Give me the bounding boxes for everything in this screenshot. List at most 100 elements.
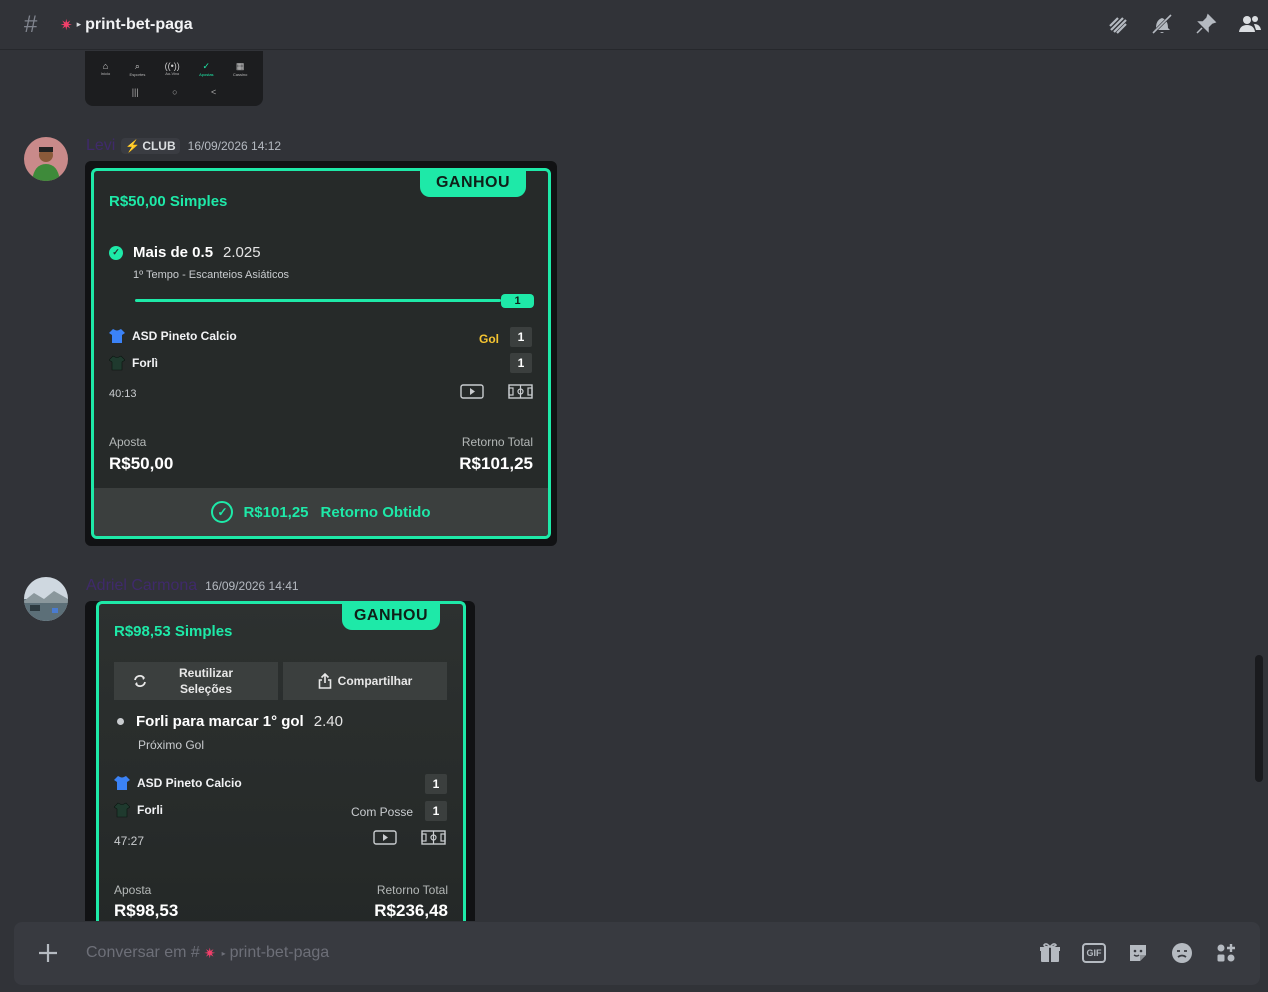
stake-label: Aposta: [114, 883, 152, 897]
home-nav: ⌂ Início: [101, 61, 111, 77]
username[interactable]: Adriel Carmona: [86, 577, 197, 595]
bets-nav: ✓ Apostas: [199, 61, 213, 77]
home-team: ASD Pineto Calcio: [109, 328, 237, 344]
return-label: Retorno Total: [461, 435, 533, 449]
pitch-icon: [421, 830, 446, 845]
goal-label: Gol: [479, 332, 499, 346]
away-score: 1: [425, 801, 447, 821]
check-circle-icon: ✓: [109, 245, 123, 260]
badge-label: CLUB: [142, 139, 176, 153]
nav-label: Cassino: [232, 72, 248, 77]
market-name: Próximo Gol: [138, 738, 205, 752]
timestamp[interactable]: 16/09/2026 14:12: [188, 139, 281, 153]
home-score: 1: [425, 774, 447, 794]
bet-image-embed[interactable]: GANHOU R$98,53 Simples Reutilizar Seleçõ…: [85, 601, 475, 921]
footer-text: Retorno Obtido: [320, 503, 431, 521]
live-icon: ((•)): [164, 61, 180, 71]
away-score: 1: [510, 353, 532, 373]
live-nav: ((•)) Ao-Vivo: [165, 61, 180, 77]
home-shirt-icon: [114, 776, 130, 790]
avatar-image: [24, 137, 68, 181]
stake-type: R$50,00 Simples: [109, 193, 228, 210]
channel-emoji-icon: ✷: [60, 16, 73, 34]
avatar[interactable]: [24, 577, 68, 621]
home-team-name: ASD Pineto Calcio: [137, 776, 242, 790]
mute-icon[interactable]: [1150, 12, 1174, 36]
apps-icon[interactable]: [1214, 941, 1238, 965]
progress-badge: 1: [501, 294, 534, 308]
home-shirt-icon: [109, 329, 125, 343]
message-header: Adriel Carmona 16/09/2026 14:41: [86, 577, 299, 595]
market-name: 1º Tempo - Escanteios Asiáticos: [133, 269, 290, 281]
away-team-name: Forli: [137, 803, 163, 817]
nav-label: Apostas: [199, 72, 214, 77]
away-team: Forlì: [109, 355, 158, 371]
progress-bar: [135, 299, 501, 302]
bet-slip: GANHOU R$50,00 Simples ✓ Mais de 0.5 2.0…: [91, 168, 551, 539]
possession-label: Com Posse: [351, 805, 414, 819]
gif-icon[interactable]: GIF: [1082, 943, 1106, 963]
recent-apps-icon: |||: [131, 87, 139, 97]
selection-row: Forli para marcar 1° gol 2.40: [117, 713, 343, 730]
match-clock: 40:13: [109, 388, 137, 400]
away-shirt-icon: [109, 355, 125, 371]
header-toolbar: [1106, 12, 1262, 36]
channel-marker-icon: ▸: [221, 948, 226, 958]
stake-type: R$98,53 Simples: [114, 623, 233, 640]
won-tag: GANHOU: [342, 604, 440, 630]
home-icon: ⌂: [102, 61, 109, 71]
sports-nav: ⌕ Esportes: [130, 61, 146, 77]
share-button: Compartilhar: [283, 662, 447, 700]
username[interactable]: Levi: [86, 137, 115, 155]
channel-marker-icon: ▸: [76, 19, 82, 29]
return-value: R$236,48: [374, 901, 448, 920]
nav-label: Esportes: [129, 72, 146, 77]
message-input[interactable]: Conversar em # ✷ ▸ print-bet-paga: [86, 944, 329, 962]
stake-value: R$50,00: [109, 454, 174, 473]
stake-value: R$98,53: [114, 901, 179, 920]
pin-icon[interactable]: [1194, 12, 1218, 36]
selection-odds: 2.025: [223, 244, 261, 261]
selection-name: Forli para marcar 1° gol: [136, 713, 304, 730]
result-footer: ✓ R$101,25 Retorno Obtido: [94, 488, 548, 536]
avatar-image: [24, 577, 68, 621]
home-team: ASD Pineto Calcio: [114, 775, 242, 791]
channel-hash-icon: #: [24, 10, 38, 38]
members-icon[interactable]: [1238, 12, 1262, 36]
check-circle-icon: ✓: [211, 501, 234, 523]
refresh-icon: [134, 675, 146, 687]
away-shirt-icon: [114, 802, 130, 818]
threads-icon[interactable]: [1106, 12, 1130, 36]
emoji-icon[interactable]: [1170, 941, 1194, 965]
message-list[interactable]: ⌂ Início ⌕ Esportes ((•)) Ao-Vivo ✓ Apostas …: [0, 51, 1254, 921]
add-attachment-icon[interactable]: [36, 941, 60, 965]
check-icon: ✓: [202, 61, 211, 71]
casino-icon: ▦: [235, 61, 245, 71]
previous-image-embed[interactable]: ⌂ Início ⌕ Esportes ((•)) Ao-Vivo ✓ Apostas …: [85, 51, 263, 106]
home-team-name: ASD Pineto Calcio: [132, 329, 237, 343]
avatar[interactable]: [24, 137, 68, 181]
selection-name: Mais de 0.5: [133, 244, 214, 261]
home-circle-icon: ○: [172, 87, 178, 97]
club-badge[interactable]: ⚡ CLUB: [121, 138, 180, 154]
play-video-icon: [460, 384, 484, 399]
footer-amount: R$101,25: [243, 503, 309, 521]
back-arrow-icon: <: [211, 87, 217, 97]
nav-label: Início: [100, 71, 111, 76]
timestamp[interactable]: 16/09/2026 14:41: [205, 579, 298, 593]
bullet-icon: [117, 718, 124, 725]
sticker-icon[interactable]: [1126, 941, 1150, 965]
away-team-name: Forlì: [132, 356, 158, 370]
placeholder-channel: print-bet-paga: [229, 944, 330, 961]
scrollbar-thumb[interactable]: [1255, 655, 1263, 782]
selection-odds: 2.40: [313, 713, 343, 730]
composer-toolbar: GIF: [1038, 941, 1238, 965]
match-clock: 47:27: [114, 834, 145, 848]
phone-system-bar: ||| ○ <: [85, 77, 263, 97]
message-composer[interactable]: Conversar em # ✷ ▸ print-bet-paga GIF: [14, 922, 1260, 985]
bet-image-embed[interactable]: GANHOU R$50,00 Simples ✓ Mais de 0.5 2.0…: [85, 161, 557, 546]
message-header: Levi ⚡ CLUB 16/09/2026 14:12: [86, 137, 281, 155]
reuse-selections-button: Reutilizar Seleções: [114, 662, 278, 700]
search-icon: ⌕: [134, 61, 140, 71]
gift-icon[interactable]: [1038, 941, 1062, 965]
